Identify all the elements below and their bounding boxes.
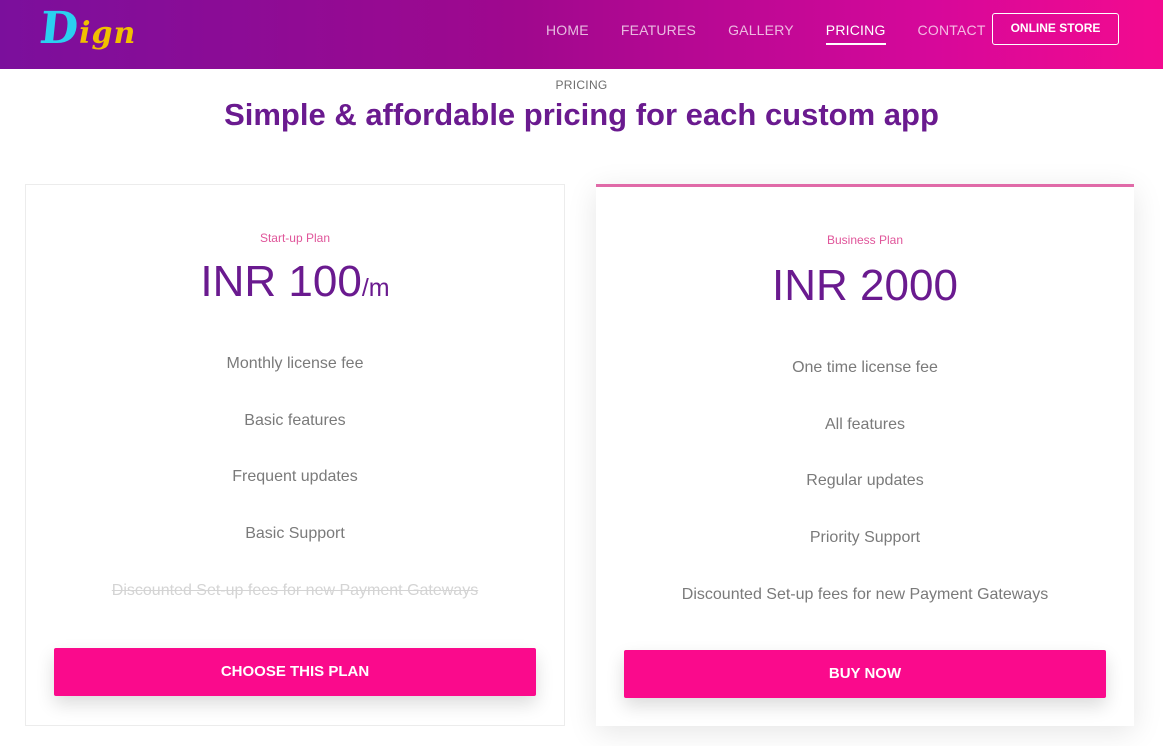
- plan-label: Business Plan: [826, 233, 904, 247]
- nav-home[interactable]: HOME: [546, 22, 589, 45]
- plan-feature: Regular updates: [806, 472, 924, 489]
- section-eyebrow: PRICING: [555, 78, 608, 92]
- plan-feature: All features: [824, 416, 906, 433]
- nav-gallery[interactable]: GALLERY: [728, 22, 794, 45]
- plan-feature: Basic features: [244, 412, 346, 429]
- nav-features[interactable]: FEATURES: [621, 22, 696, 45]
- plan-feature: Priority Support: [809, 529, 921, 546]
- logo-text: ign: [79, 16, 137, 51]
- plan-feature: Frequent updates: [232, 468, 358, 485]
- plan-feature: One time license fee: [792, 359, 938, 376]
- plan-price: INR 2000: [596, 261, 1134, 311]
- plan-label: Start-up Plan: [259, 231, 331, 245]
- choose-plan-button[interactable]: CHOOSE THIS PLAN: [54, 648, 536, 696]
- price-amount: INR 100: [200, 257, 362, 306]
- online-store-button[interactable]: ONLINE STORE: [992, 13, 1119, 45]
- nav-contact[interactable]: CONTACT: [918, 22, 986, 45]
- top-navbar: Dign HOME FEATURES GALLERY PRICING CONTA…: [0, 0, 1163, 69]
- price-amount: INR 2000: [772, 261, 958, 310]
- price-unit: /m: [361, 274, 390, 302]
- main-nav: HOME FEATURES GALLERY PRICING CONTACT: [546, 22, 1018, 45]
- business-plan-card: Business Plan INR 2000 One time license …: [596, 184, 1134, 726]
- plan-feature: Discounted Set-up fees for new Payment G…: [681, 586, 1049, 603]
- brand-logo[interactable]: Dign: [37, 3, 137, 57]
- plan-feature: Basic Support: [245, 525, 345, 542]
- plan-feature: Monthly license fee: [226, 355, 364, 372]
- plan-price: INR 100/m: [26, 257, 564, 307]
- startup-plan-card: Start-up Plan INR 100/m Monthly license …: [25, 184, 565, 726]
- section-headline: Simple & affordable pricing for each cus…: [224, 97, 939, 132]
- plan-feature-unavailable: Discounted Set-up fees for new Payment G…: [111, 582, 479, 599]
- buy-now-button[interactable]: BUY NOW: [624, 650, 1106, 698]
- logo-letter: D: [37, 3, 82, 54]
- nav-pricing[interactable]: PRICING: [825, 22, 886, 45]
